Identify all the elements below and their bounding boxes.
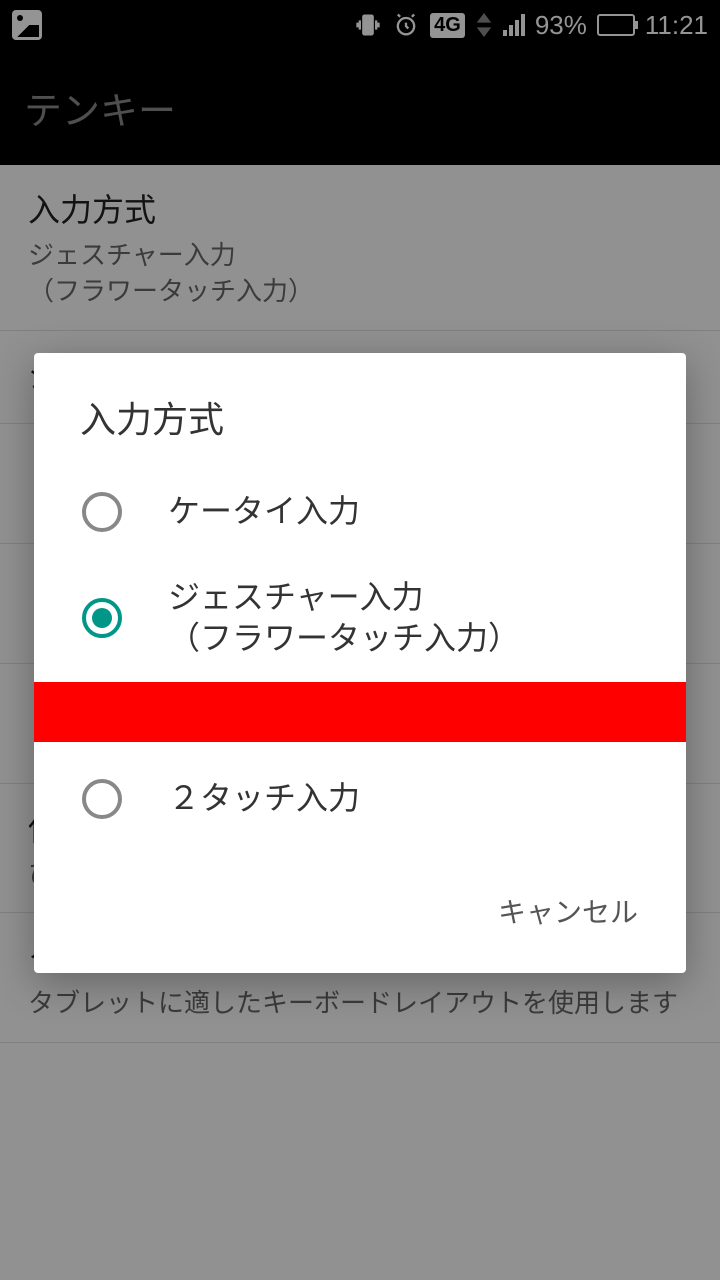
highlight-bar xyxy=(34,682,686,742)
radio-list: ケータイ入力 ジェスチャー入力 （フラワータッチ入力） ２タッチ入力 xyxy=(34,469,686,855)
radio-label: ２タッチ入力 xyxy=(168,778,360,820)
radio-icon xyxy=(82,492,122,532)
radio-label: ジェスチャー入力 （フラワータッチ入力） xyxy=(168,577,520,660)
radio-icon xyxy=(82,779,122,819)
radio-dot-icon xyxy=(92,608,112,628)
input-method-dialog: 入力方式 ケータイ入力 ジェスチャー入力 （フラワータッチ入力） ２タッチ入力 … xyxy=(34,353,686,973)
dialog-actions: キャンセル xyxy=(34,855,686,973)
radio-option-gesture[interactable]: ジェスチャー入力 （フラワータッチ入力） xyxy=(34,555,686,682)
dialog-title: 入力方式 xyxy=(34,353,686,469)
radio-option-2touch[interactable]: ２タッチ入力 xyxy=(34,742,686,856)
radio-option-keitai[interactable]: ケータイ入力 xyxy=(34,469,686,555)
radio-icon-selected xyxy=(82,598,122,638)
cancel-button[interactable]: キャンセル xyxy=(480,879,656,943)
radio-label: ケータイ入力 xyxy=(168,491,360,533)
